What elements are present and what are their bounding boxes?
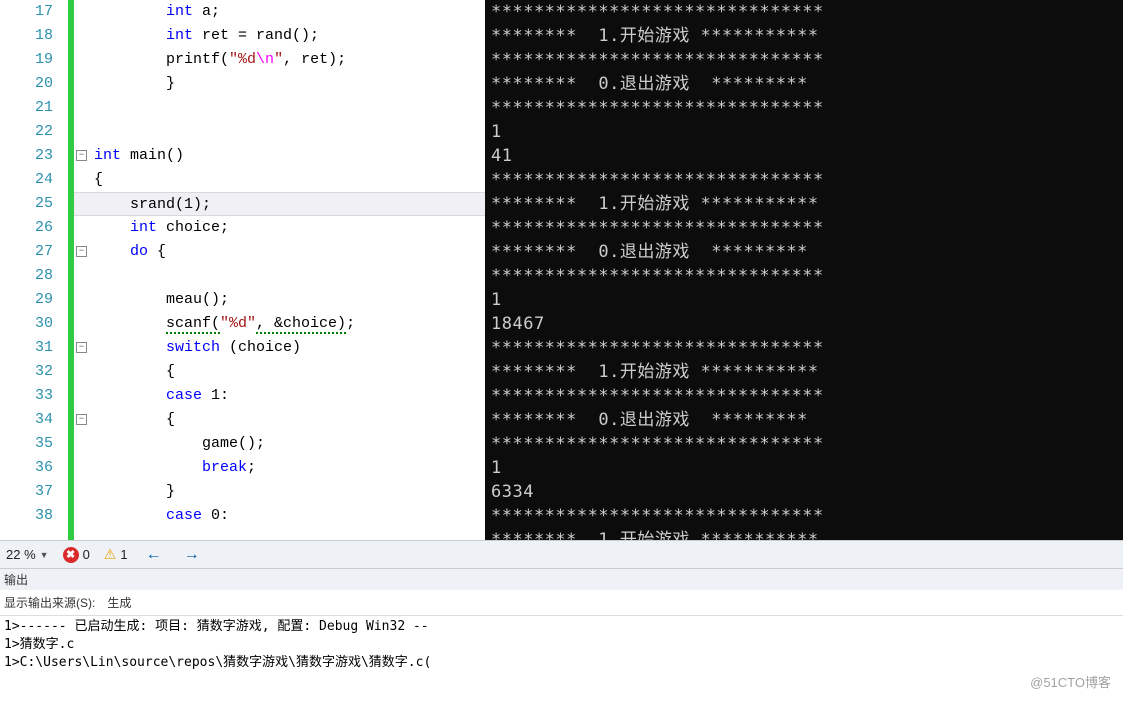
line-number: 25 [0,192,68,216]
output-source-dropdown[interactable]: 生成 [103,592,179,613]
nav-forward-button[interactable]: → [180,546,204,564]
code-line[interactable]: scanf("%d", &choice); [74,312,485,336]
console-line: 6334 [491,480,1117,504]
fold-toggle-icon[interactable]: − [76,414,87,425]
code-line[interactable]: { [74,168,485,192]
fold-toggle-icon[interactable]: − [76,342,87,353]
line-number: 36 [0,456,68,480]
code-line[interactable]: printf("%d\n", ret); [74,48,485,72]
line-number: 32 [0,360,68,384]
code-line[interactable]: meau(); [74,288,485,312]
line-number: 35 [0,432,68,456]
console-line: 41 [491,144,1117,168]
line-number: 33 [0,384,68,408]
line-number-gutter: 1718192021222324252627282930313233343536… [0,0,68,528]
fold-toggle-icon[interactable]: − [76,150,87,161]
output-line: 1>猜数字.c [4,636,1119,654]
console-line: ******************************* [491,96,1117,120]
console-line: ******************************* [491,264,1117,288]
console-line: 18467 [491,312,1117,336]
line-number: 37 [0,480,68,504]
line-number: 24 [0,168,68,192]
console-line: ******** 1.开始游戏 *********** [491,528,1117,540]
code-line[interactable]: − { [74,408,485,432]
console-line: ******** 1.开始游戏 *********** [491,24,1117,48]
line-number: 17 [0,0,68,24]
line-number: 18 [0,24,68,48]
warning-value: 1 [120,547,127,562]
code-line[interactable] [74,96,485,120]
line-number: 38 [0,504,68,528]
error-count[interactable]: ✖ 0 [63,547,90,563]
code-line[interactable]: int ret = rand(); [74,24,485,48]
line-number: 19 [0,48,68,72]
line-number: 22 [0,120,68,144]
code-editor[interactable]: 1718192021222324252627282930313233343536… [0,0,485,540]
output-line: 1>------ 已启动生成: 项目: 猜数字游戏, 配置: Debug Win… [4,618,1119,636]
code-line[interactable]: int a; [74,0,485,24]
line-number: 21 [0,96,68,120]
line-number: 23 [0,144,68,168]
output-panel-header: 输出 [0,568,1123,590]
line-number: 28 [0,264,68,288]
code-line[interactable]: − switch (choice) [74,336,485,360]
console-line: ******** 1.开始游戏 *********** [491,192,1117,216]
line-number: 34 [0,408,68,432]
line-number: 30 [0,312,68,336]
output-source-label: 显示输出来源(S): [4,594,95,611]
code-line[interactable]: case 1: [74,384,485,408]
code-line[interactable]: game(); [74,432,485,456]
code-line[interactable] [74,264,485,288]
code-line[interactable] [74,120,485,144]
console-line: ******************************* [491,168,1117,192]
code-line[interactable]: case 0: [74,504,485,528]
code-line[interactable]: int choice; [74,216,485,240]
line-number: 26 [0,216,68,240]
code-area[interactable]: int a; int ret = rand(); printf("%d\n", … [74,0,485,528]
console-line: ******************************* [491,432,1117,456]
console-line: ******************************* [491,48,1117,72]
output-line: 1>C:\Users\Lin\source\repos\猜数字游戏\猜数字游戏\… [4,654,1119,672]
console-output: *************************************** … [485,0,1123,540]
console-line: ******************************* [491,384,1117,408]
console-line: ******** 0.退出游戏 ********* [491,72,1117,96]
console-line: ******************************* [491,0,1117,24]
warning-icon: ⚠ [104,546,117,563]
console-line: 1 [491,456,1117,480]
code-line[interactable]: } [74,72,485,96]
console-line: ******************************* [491,504,1117,528]
output-tab-label[interactable]: 输出 [4,571,28,588]
code-line[interactable]: srand(1); [74,192,485,216]
line-number: 31 [0,336,68,360]
code-line[interactable]: break; [74,456,485,480]
console-line: ******** 0.退出游戏 ********* [491,240,1117,264]
fold-toggle-icon[interactable]: − [76,246,87,257]
console-line: 1 [491,288,1117,312]
console-line: ******** 1.开始游戏 *********** [491,360,1117,384]
code-line[interactable]: { [74,360,485,384]
code-line[interactable]: −int main() [74,144,485,168]
error-icon: ✖ [63,547,79,563]
code-line[interactable]: − do { [74,240,485,264]
zoom-level[interactable]: 22 % ▼ [6,547,49,562]
error-value: 0 [83,547,90,562]
line-number: 29 [0,288,68,312]
output-body: 1>------ 已启动生成: 项目: 猜数字游戏, 配置: Debug Win… [0,616,1123,674]
editor-statusbar: 22 % ▼ ✖ 0 ⚠ 1 ← → [0,540,1123,568]
line-number: 20 [0,72,68,96]
console-line: ******** 0.退出游戏 ********* [491,408,1117,432]
line-number: 27 [0,240,68,264]
console-line: 1 [491,120,1117,144]
warning-count[interactable]: ⚠ 1 [104,546,128,563]
watermark: @51CTO博客 [1030,672,1111,691]
console-line: ******************************* [491,336,1117,360]
nav-back-button[interactable]: ← [142,546,166,564]
output-source-row: 显示输出来源(S): 生成 [0,590,1123,616]
code-line[interactable]: } [74,480,485,504]
chevron-down-icon: ▼ [40,550,49,560]
console-line: ******************************* [491,216,1117,240]
zoom-value: 22 % [6,547,36,562]
